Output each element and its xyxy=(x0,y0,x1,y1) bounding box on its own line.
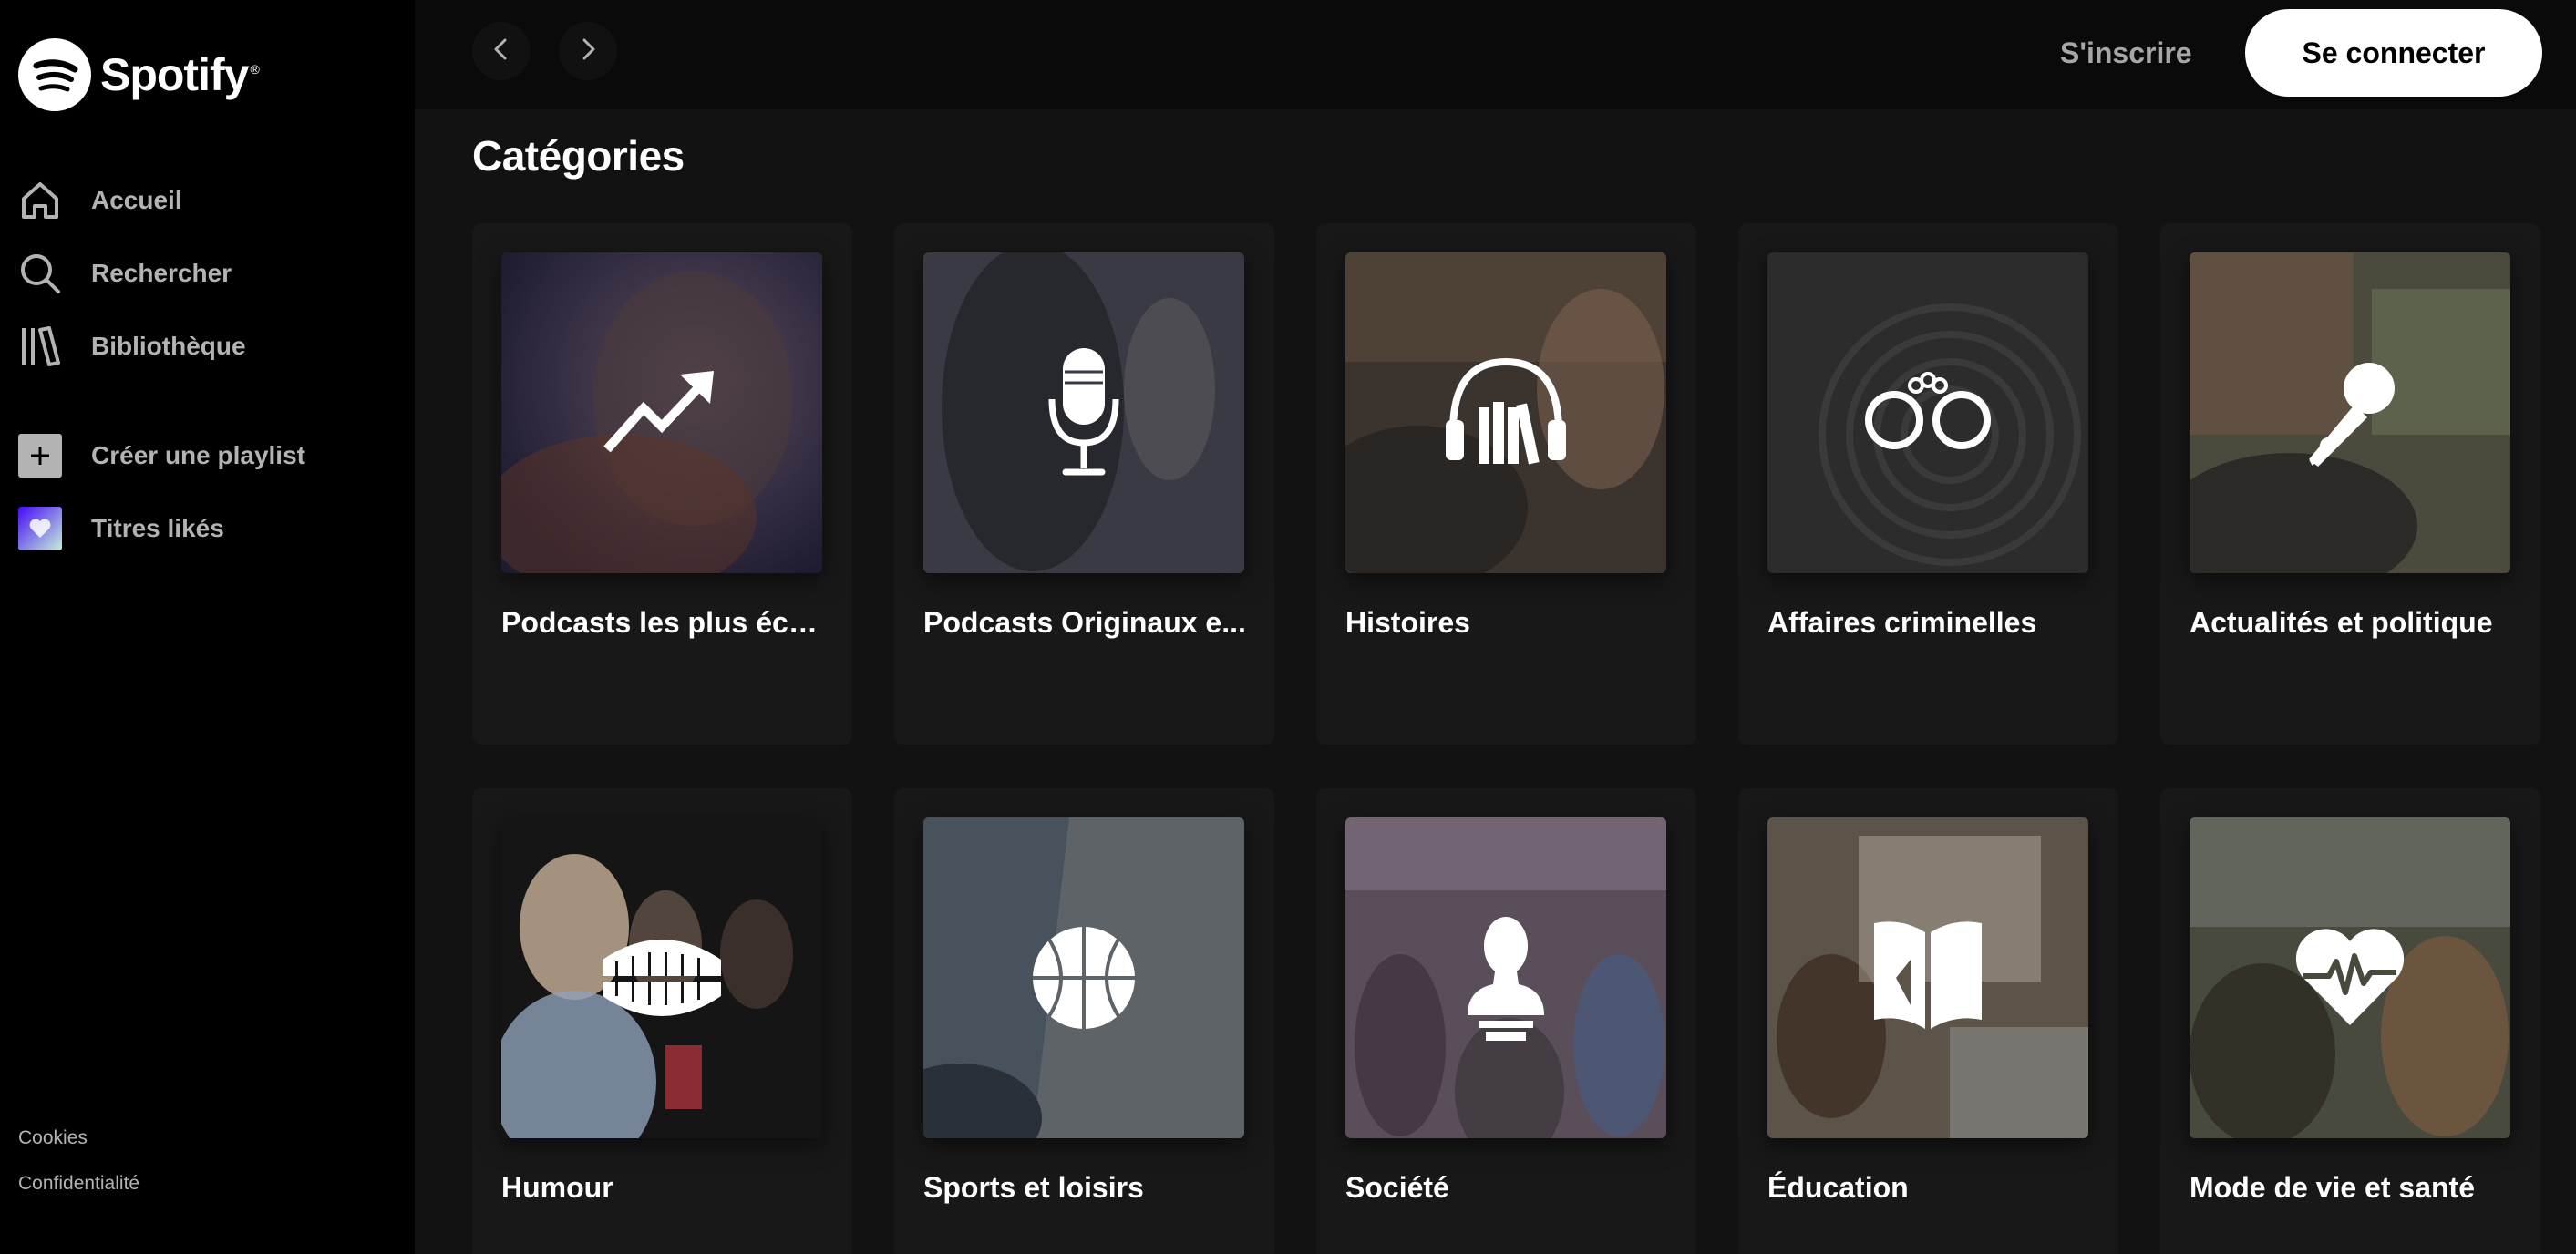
category-image xyxy=(501,252,822,573)
chevron-left-icon xyxy=(489,36,514,67)
login-button[interactable]: Se connecter xyxy=(2245,9,2542,97)
back-button[interactable] xyxy=(472,22,531,80)
category-image xyxy=(2190,252,2510,573)
signup-button[interactable]: S'inscrire xyxy=(2060,33,2192,73)
library-actions: Créer une playlist Titres likés xyxy=(18,419,401,565)
liked-songs-button[interactable]: Titres likés xyxy=(18,492,401,565)
microphone-icon xyxy=(923,252,1244,573)
category-image xyxy=(923,252,1244,573)
category-card[interactable]: Société xyxy=(1316,788,1696,1254)
headphones-books-icon xyxy=(1345,252,1666,573)
sidebar-item-home[interactable]: Accueil xyxy=(18,164,401,237)
category-title: Podcasts Originaux e... xyxy=(923,606,1246,639)
category-image xyxy=(1345,252,1666,573)
top-bar: S'inscrire Se connecter xyxy=(415,0,2576,109)
liked-songs-label: Titres likés xyxy=(91,514,224,542)
heart-icon xyxy=(18,507,62,550)
category-title: Actualités et politique xyxy=(2190,606,2493,639)
chattering-teeth-icon xyxy=(501,817,822,1138)
bust-icon xyxy=(1345,817,1666,1138)
sidebar-item-label: Rechercher xyxy=(91,259,232,287)
category-card[interactable]: Humour xyxy=(472,788,852,1254)
heart-pulse-icon xyxy=(2190,817,2510,1138)
category-card[interactable]: Actualités et politique xyxy=(2160,223,2540,745)
category-card[interactable]: Podcasts les plus éco... xyxy=(472,223,852,745)
main-content: S'inscrire Se connecter Catégories Podca… xyxy=(415,0,2576,1254)
category-title: Mode de vie et santé xyxy=(2190,1171,2475,1204)
create-playlist-button[interactable]: Créer une playlist xyxy=(18,419,401,492)
search-icon xyxy=(18,252,62,295)
category-card[interactable]: Éducation xyxy=(1738,788,2118,1254)
sidebar-nav: Accueil Rechercher Bibliothèque xyxy=(18,164,401,383)
category-card[interactable]: Affaires criminelles xyxy=(1738,223,2118,745)
spotify-wordmark: Spotify ® xyxy=(100,49,260,100)
category-image xyxy=(1767,817,2088,1138)
sidebar-item-label: Accueil xyxy=(91,186,182,214)
category-card[interactable]: Sports et loisirs xyxy=(894,788,1274,1254)
home-icon xyxy=(18,179,62,222)
category-image xyxy=(2190,817,2510,1138)
hand-microphone-icon xyxy=(2190,252,2510,573)
plus-icon xyxy=(18,434,62,478)
category-title: Affaires criminelles xyxy=(1767,606,2037,639)
cookies-link[interactable]: Cookies xyxy=(18,1125,139,1170)
library-icon xyxy=(18,324,62,368)
sidebar-item-search[interactable]: Rechercher xyxy=(18,237,401,310)
spotify-logo[interactable]: Spotify ® xyxy=(18,38,260,111)
trending-up-icon xyxy=(501,252,822,573)
open-book-icon xyxy=(1767,817,2088,1138)
handcuffs-icon xyxy=(1767,252,2088,573)
category-title: Histoires xyxy=(1345,606,1470,639)
legal-links: Cookies Confidentialité xyxy=(18,1125,139,1216)
basketball-icon xyxy=(923,817,1244,1138)
forward-button[interactable] xyxy=(559,22,617,80)
category-image xyxy=(1767,252,2088,573)
category-image xyxy=(501,817,822,1138)
spotify-logo-icon xyxy=(18,38,91,111)
category-title: Podcasts les plus éco... xyxy=(501,606,829,639)
category-title: Société xyxy=(1345,1171,1449,1204)
category-title: Éducation xyxy=(1767,1171,1909,1204)
sidebar-item-label: Bibliothèque xyxy=(91,332,246,360)
page-title: Catégories xyxy=(472,132,685,180)
category-image xyxy=(1345,817,1666,1138)
privacy-link[interactable]: Confidentialité xyxy=(18,1170,139,1216)
category-card[interactable]: Mode de vie et santé xyxy=(2160,788,2540,1254)
sidebar-item-library[interactable]: Bibliothèque xyxy=(18,310,401,383)
category-title: Humour xyxy=(501,1171,613,1204)
chevron-right-icon xyxy=(575,36,601,67)
category-card[interactable]: Podcasts Originaux e... xyxy=(894,223,1274,745)
create-playlist-label: Créer une playlist xyxy=(91,441,305,469)
category-card[interactable]: Histoires xyxy=(1316,223,1696,745)
sidebar: Spotify ® Accueil Rechercher Bibliothèqu… xyxy=(0,0,415,1254)
category-title: Sports et loisirs xyxy=(923,1171,1144,1204)
category-image xyxy=(923,817,1244,1138)
